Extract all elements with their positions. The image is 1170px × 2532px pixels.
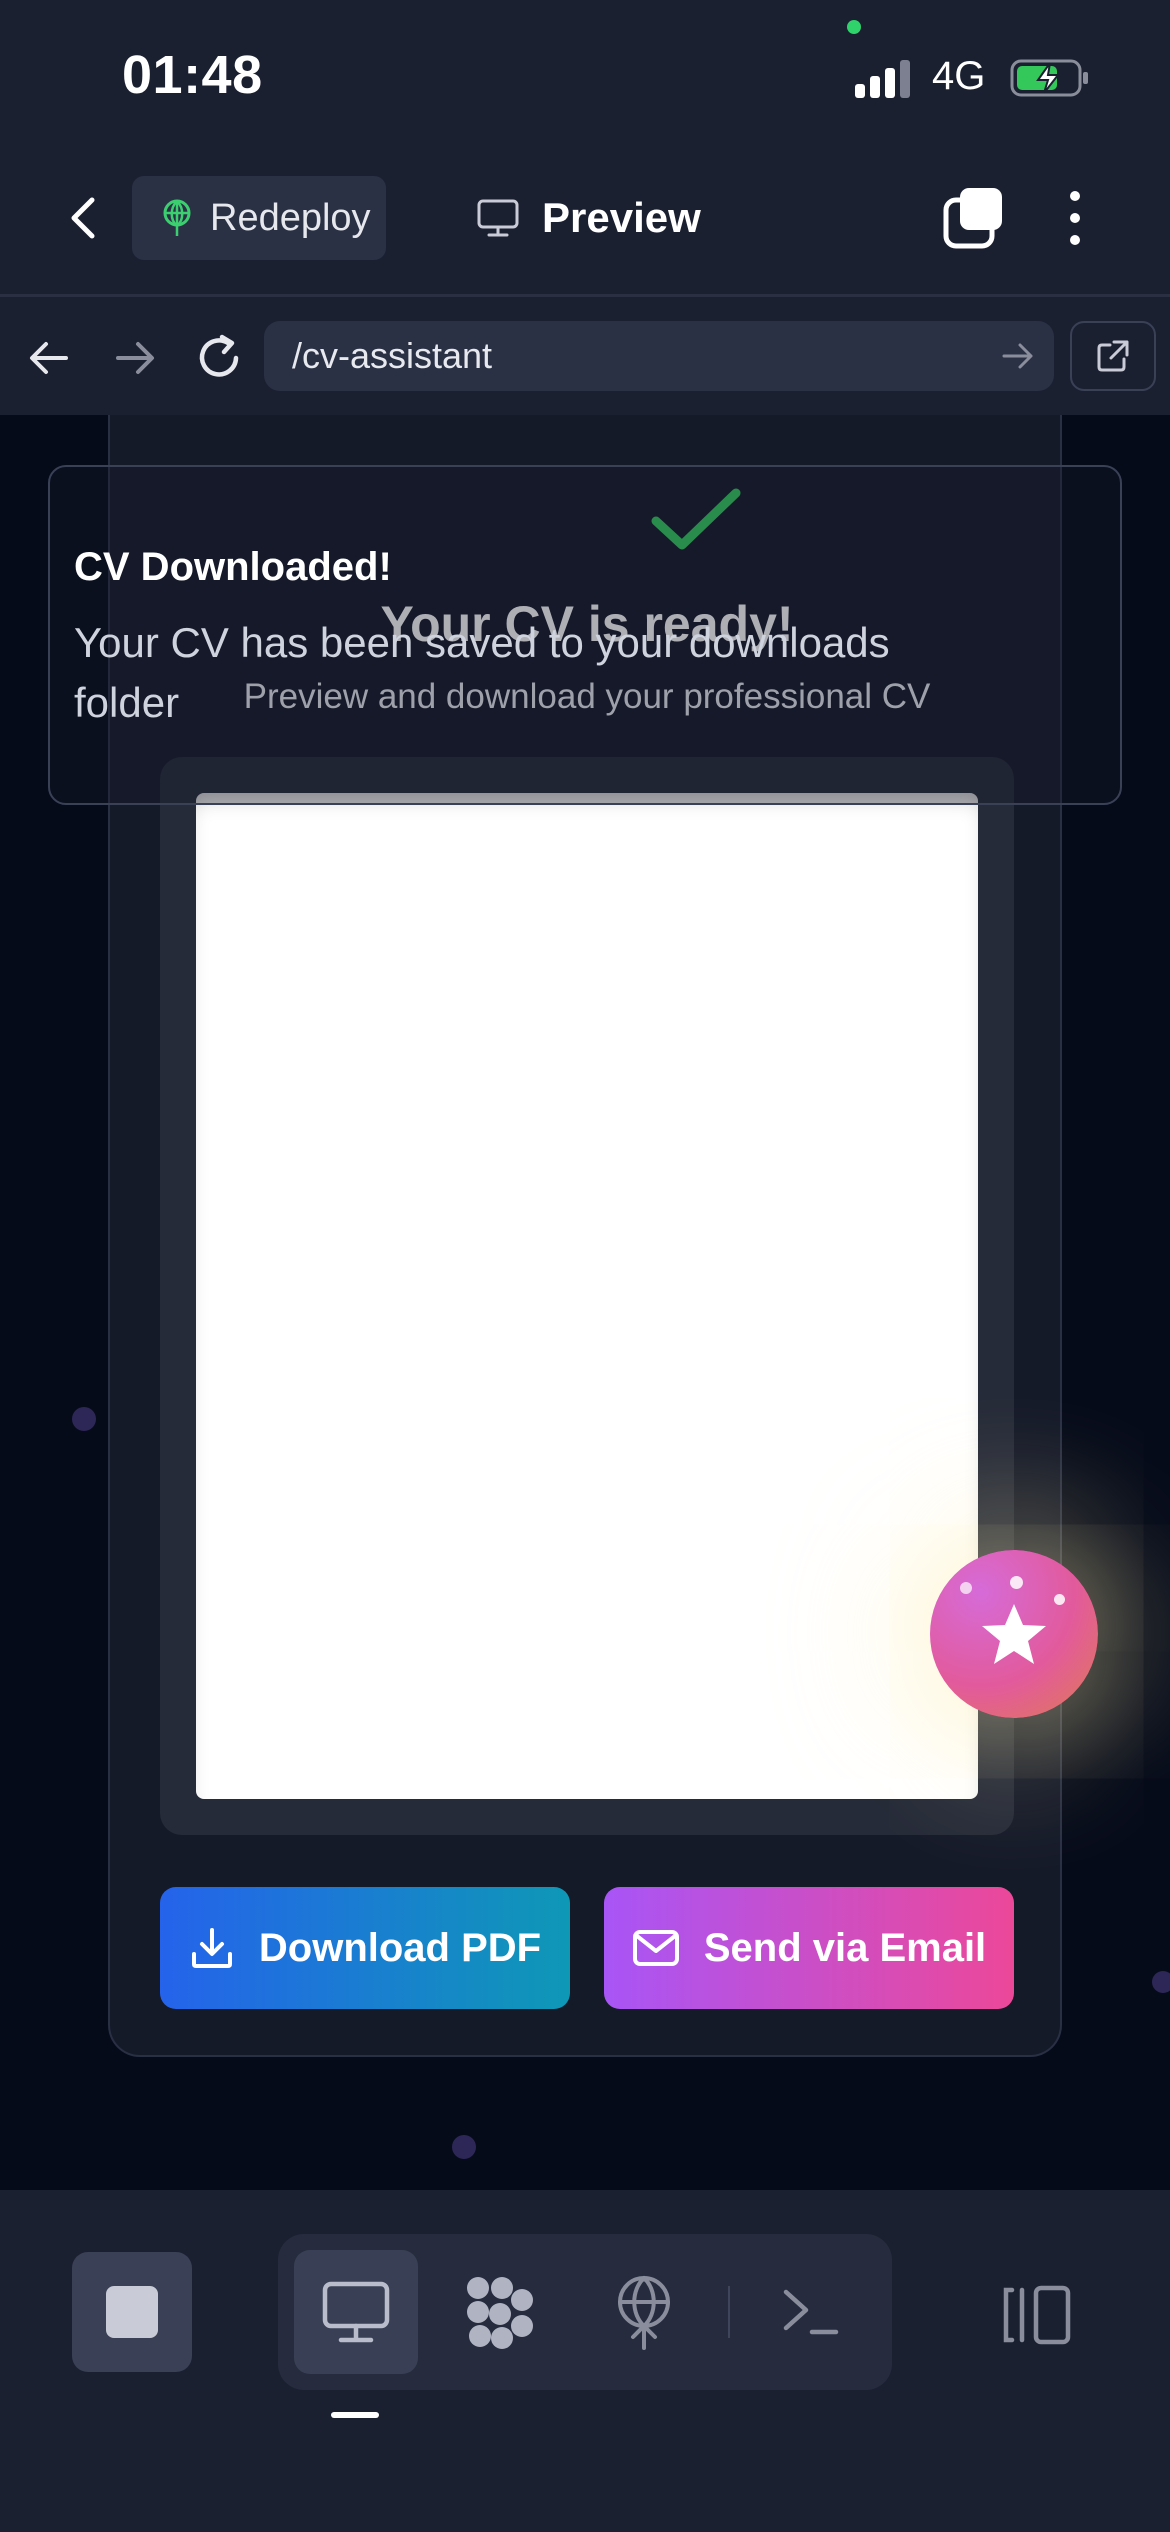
privacy-indicator-dot (847, 20, 861, 34)
cv-preview-frame (160, 757, 1014, 1835)
star-icon (982, 1604, 1046, 1664)
bottom-tab-group (278, 2234, 892, 2390)
url-input[interactable]: /cv-assistant (264, 321, 1054, 391)
active-tab-indicator (331, 2412, 379, 2418)
toast-title: CV Downloaded! (74, 545, 392, 589)
open-external-button[interactable] (1070, 321, 1156, 391)
nav-back-icon[interactable] (24, 333, 74, 383)
nav-forward-icon[interactable] (110, 333, 160, 383)
tab-terminal[interactable] (748, 2250, 872, 2374)
tabs-icon[interactable] (942, 186, 1006, 250)
signal-icon (855, 58, 915, 98)
back-icon[interactable] (58, 190, 114, 246)
app-root: 01:48 4G Redeploy Preview /cv-assistant … (0, 0, 1170, 2532)
sparkle (1054, 1594, 1065, 1605)
deploy-icon (618, 2276, 670, 2350)
redeploy-icon (163, 199, 191, 236)
reload-icon[interactable] (192, 331, 246, 385)
preview-tab[interactable]: Preview (476, 190, 701, 246)
download-pdf-label: Download PDF (258, 1925, 542, 1970)
go-arrow-icon[interactable] (998, 336, 1038, 376)
background-bubble (72, 1407, 96, 1431)
agents-icon (467, 2277, 533, 2349)
background-bubble (452, 2135, 476, 2159)
bottom-toolbar (0, 2190, 1170, 2532)
monitor-icon (322, 2281, 390, 2343)
external-link-icon (1097, 340, 1129, 372)
sparkle (1010, 1576, 1023, 1589)
tab-preview[interactable] (294, 2250, 418, 2374)
top-chrome: 01:48 4G Redeploy Preview /cv-assistant (0, 0, 1170, 415)
stop-button[interactable] (72, 2252, 192, 2372)
download-pdf-button[interactable]: Download PDF (160, 1887, 570, 2009)
tab-agents[interactable] (438, 2250, 562, 2374)
panels-icon[interactable] (1000, 2282, 1074, 2348)
tab-separator (728, 2286, 730, 2338)
monitor-icon (477, 199, 519, 237)
tab-deploy[interactable] (582, 2250, 706, 2374)
more-icon[interactable] (1060, 186, 1090, 250)
app-header: Redeploy Preview (0, 150, 1170, 295)
send-email-button[interactable]: Send via Email (604, 1887, 1014, 2009)
preview-label: Preview (542, 194, 701, 241)
status-bar: 01:48 4G (0, 0, 1170, 150)
mail-icon (632, 1930, 679, 1966)
cv-document-page[interactable] (196, 793, 978, 1799)
redeploy-label: Redeploy (210, 196, 371, 239)
url-bar: /cv-assistant (0, 297, 1170, 415)
preview-content: Your CV is ready! Preview and download y… (0, 415, 1170, 2190)
send-email-label: Send via Email (703, 1925, 987, 1970)
toast-message: Your CV has been saved to your downloads… (74, 619, 890, 726)
assistant-fab[interactable] (930, 1550, 1098, 1718)
terminal-icon (783, 2289, 839, 2335)
download-icon (191, 1928, 232, 1968)
redeploy-button[interactable]: Redeploy (132, 176, 386, 260)
sparkle (960, 1582, 972, 1594)
status-time: 01:48 (122, 45, 263, 105)
background-bubble (1152, 1971, 1170, 1993)
network-type: 4G (932, 54, 986, 98)
battery-charging-icon (1010, 59, 1088, 97)
url-text: /cv-assistant (292, 335, 493, 376)
stop-icon (106, 2286, 158, 2338)
